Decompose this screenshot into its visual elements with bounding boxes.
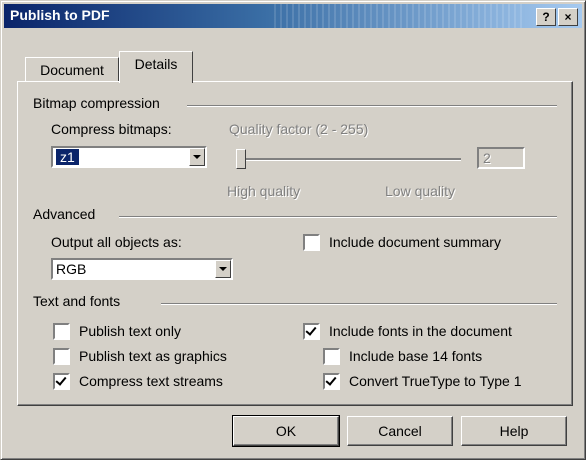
bitmap-group-rule <box>187 105 557 107</box>
tab-details[interactable]: Details <box>119 51 193 83</box>
advanced-group-label: Advanced <box>33 206 100 222</box>
title-bar-texture <box>274 4 524 28</box>
compress-text-streams-label: Compress text streams <box>79 373 223 389</box>
window-title: Publish to PDF <box>10 7 110 23</box>
title-bar[interactable]: Publish to PDF ? × <box>4 4 582 28</box>
help-icon[interactable]: ? <box>536 8 556 26</box>
quality-factor-label: Quality factor (2 - 255) <box>229 121 369 137</box>
text-fonts-group-label: Text and fonts <box>33 293 125 309</box>
output-objects-select[interactable]: RGB <box>51 258 233 280</box>
document-summary-checkbox[interactable] <box>303 234 320 251</box>
publish-text-graphics-label: Publish text as graphics <box>79 348 227 364</box>
document-summary-label: Include document summary <box>329 234 501 250</box>
bitmap-group-label: Bitmap compression <box>33 95 164 111</box>
compress-bitmaps-select[interactable]: z1 <box>51 146 207 168</box>
compress-bitmaps-label: Compress bitmaps: <box>51 121 172 137</box>
publish-text-only-label: Publish text only <box>79 323 181 339</box>
quality-slider-thumb[interactable] <box>236 149 246 169</box>
convert-truetype-checkbox[interactable] <box>323 373 340 390</box>
quality-factor-input[interactable]: 2 <box>477 147 525 169</box>
quality-slider-track[interactable] <box>241 158 461 161</box>
cancel-button[interactable]: Cancel <box>347 416 453 446</box>
high-quality-label: High quality <box>227 183 301 199</box>
close-icon[interactable]: × <box>558 8 578 26</box>
chevron-down-icon[interactable] <box>215 260 231 278</box>
publish-text-only-checkbox[interactable] <box>53 323 70 340</box>
include-fonts-label: Include fonts in the document <box>329 323 512 339</box>
low-quality-label: Low quality <box>385 183 456 199</box>
text-fonts-group-rule <box>161 303 557 305</box>
ok-button[interactable]: OK <box>232 415 340 447</box>
quality-factor-value: 2 <box>483 150 491 166</box>
convert-truetype-label: Convert TrueType to Type 1 <box>349 373 522 389</box>
output-objects-label: Output all objects as: <box>51 234 182 250</box>
tab-document[interactable]: Document <box>25 57 119 82</box>
output-objects-value: RGB <box>56 261 87 277</box>
compress-bitmaps-value: z1 <box>56 149 79 165</box>
advanced-group-rule <box>119 216 557 218</box>
include-fonts-checkbox[interactable] <box>303 323 320 340</box>
include-base14-checkbox[interactable] <box>323 348 340 365</box>
help-button[interactable]: Help <box>461 416 567 446</box>
compress-text-streams-checkbox[interactable] <box>53 373 70 390</box>
publish-text-graphics-checkbox[interactable] <box>53 348 70 365</box>
chevron-down-icon[interactable] <box>189 148 205 166</box>
publish-to-pdf-dialog: Publish to PDF ? × Document Details Bitm… <box>0 0 586 460</box>
include-base14-label: Include base 14 fonts <box>349 348 483 364</box>
